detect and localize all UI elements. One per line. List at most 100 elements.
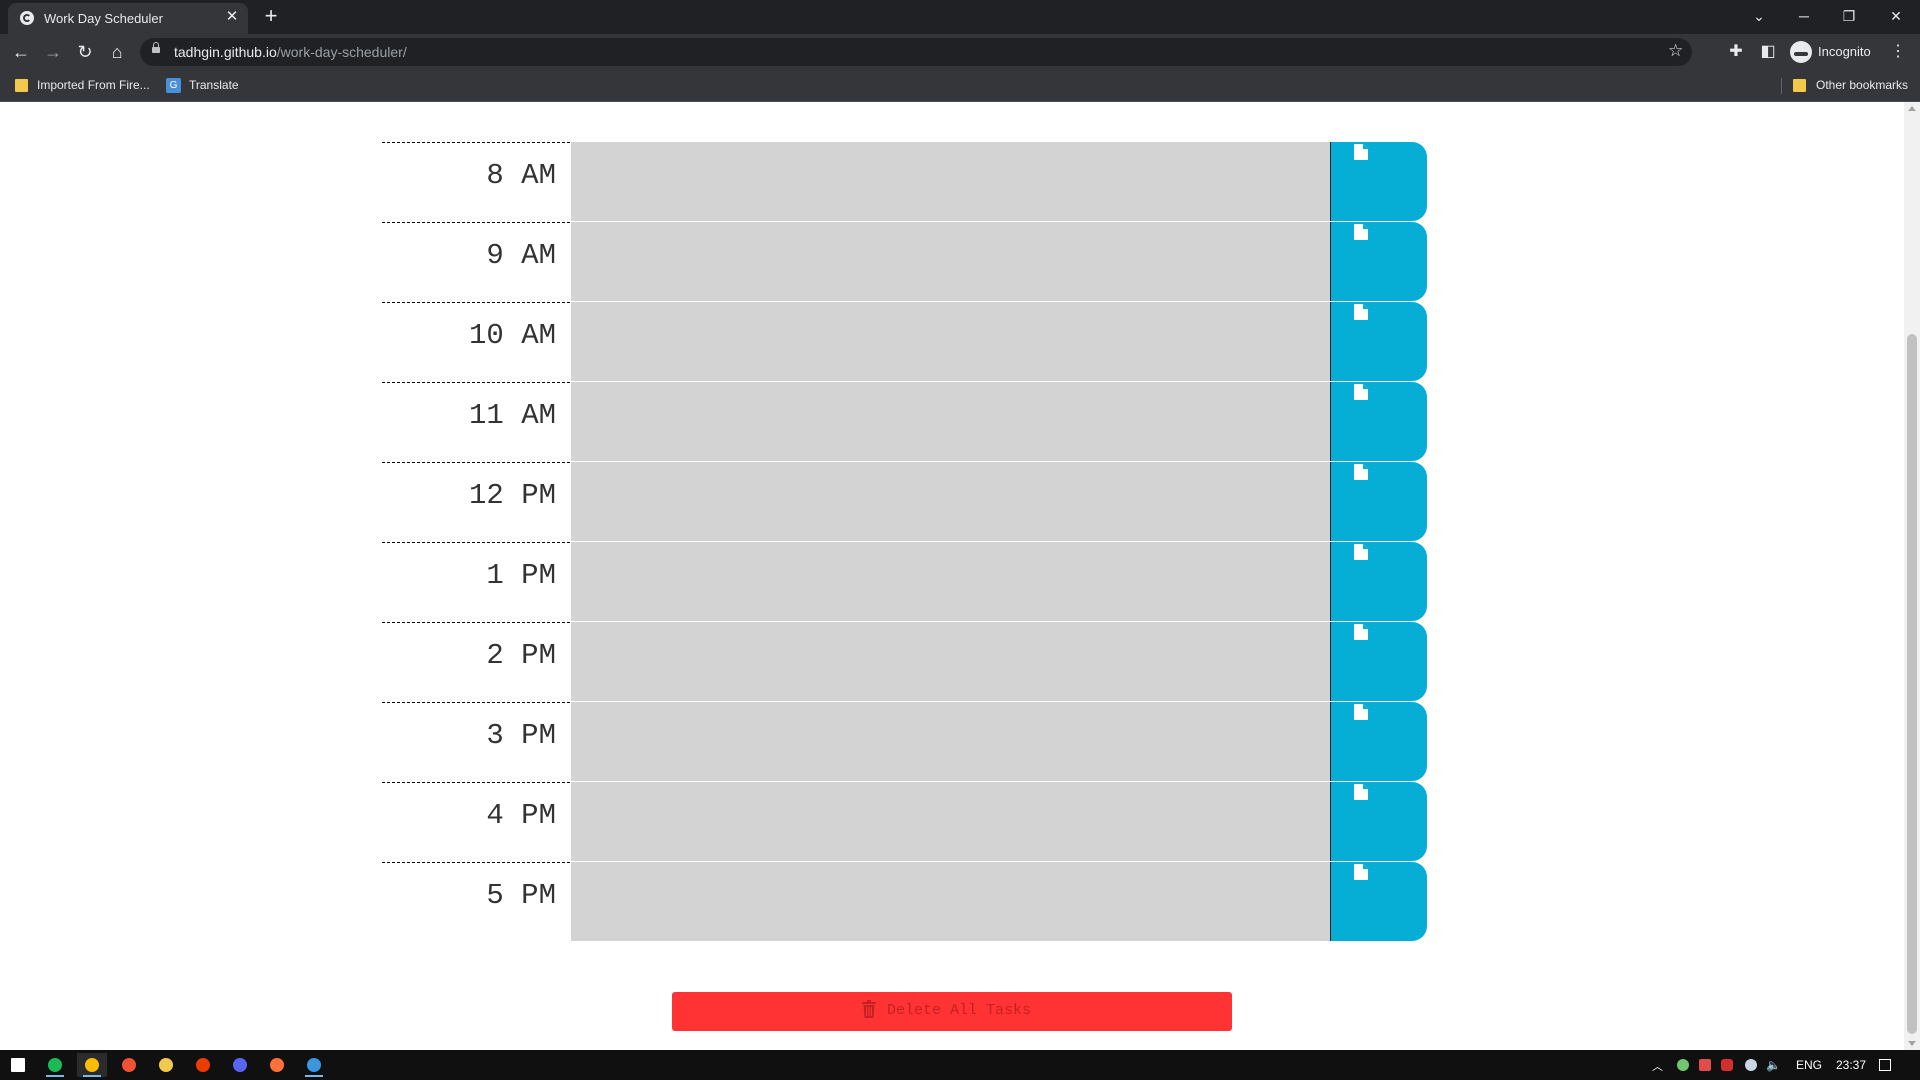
save-task-button[interactable] <box>1330 142 1427 221</box>
file-icon <box>1354 864 1368 880</box>
lock-icon[interactable] <box>152 42 160 54</box>
save-task-button[interactable] <box>1330 542 1427 621</box>
chrome-icon-glyph <box>85 1058 99 1072</box>
save-task-button[interactable] <box>1330 862 1427 941</box>
bookmark-translate[interactable]: Translate <box>189 78 239 92</box>
time-block-row: 3 PM <box>382 702 1427 782</box>
hour-label: 12 PM <box>382 462 570 542</box>
save-task-button[interactable] <box>1330 222 1427 301</box>
save-task-button[interactable] <box>1330 382 1427 461</box>
reload-icon[interactable]: ↻ <box>73 40 97 64</box>
folder-icon[interactable] <box>15 79 28 92</box>
tab-title: Work Day Scheduler <box>44 11 163 26</box>
file-icon <box>1354 544 1368 560</box>
spotify-icon[interactable] <box>40 1053 70 1077</box>
office-icon-glyph <box>196 1058 210 1072</box>
file-icon <box>1354 384 1368 400</box>
address-bar[interactable]: tadhgin.github.io/work-day-scheduler/ ☆ <box>140 38 1692 66</box>
security-tray-icon[interactable] <box>1677 1059 1689 1071</box>
task-description-input[interactable] <box>571 862 1330 942</box>
windows-taskbar: ︿ 🔈 ENG 23:37 <box>0 1050 1920 1080</box>
task-description-input[interactable] <box>571 702 1330 782</box>
task-description-input[interactable] <box>571 142 1330 222</box>
other-bookmarks-folder-icon[interactable] <box>1793 79 1806 92</box>
close-window-icon[interactable]: ✕ <box>1882 4 1910 28</box>
side-panel-icon[interactable]: ◧ <box>1756 40 1780 64</box>
trash-icon <box>862 1000 876 1018</box>
save-task-button[interactable] <box>1330 702 1427 781</box>
task-description-input[interactable] <box>571 542 1330 622</box>
incognito-icon[interactable] <box>1790 41 1812 63</box>
bookmark-star-icon[interactable]: ☆ <box>1668 41 1683 61</box>
chrome-icon[interactable] <box>77 1053 107 1077</box>
file-explorer-icon[interactable] <box>151 1053 181 1077</box>
task-description-input[interactable] <box>571 382 1330 462</box>
time-block-row: 12 PM <box>382 462 1427 542</box>
hour-label: 3 PM <box>382 702 570 782</box>
git-icon-glyph <box>122 1058 136 1072</box>
delete-all-tasks-button[interactable]: Delete All Tasks <box>672 992 1232 1031</box>
extensions-icon[interactable]: ✚ <box>1724 40 1748 64</box>
volume-icon[interactable]: 🔈 <box>1766 1058 1781 1072</box>
task-description-input[interactable] <box>571 622 1330 702</box>
time-block-row: 11 AM <box>382 382 1427 462</box>
translate-icon[interactable]: G <box>166 78 181 93</box>
save-task-button[interactable] <box>1330 462 1427 541</box>
time-block-row: 2 PM <box>382 622 1427 702</box>
git-icon[interactable] <box>114 1053 144 1077</box>
new-tab-button[interactable]: + <box>260 5 282 27</box>
firefox-icon[interactable] <box>262 1053 292 1077</box>
firefox-icon-glyph <box>270 1058 284 1072</box>
discord-icon[interactable] <box>225 1053 255 1077</box>
close-tab-icon[interactable]: ✕ <box>224 9 240 25</box>
save-task-button[interactable] <box>1330 622 1427 701</box>
file-icon <box>1354 224 1368 240</box>
task-description-input[interactable] <box>571 782 1330 862</box>
file-explorer-icon-glyph <box>159 1058 173 1072</box>
scrollbar-thumb[interactable] <box>1907 334 1917 1034</box>
running-indicator <box>305 1075 323 1077</box>
steam-tray-icon[interactable] <box>1745 1059 1757 1071</box>
windows-start-icon[interactable] <box>3 1053 33 1077</box>
browser-tab[interactable]: Work Day Scheduler ✕ <box>8 3 248 34</box>
home-icon[interactable]: ⌂ <box>105 40 129 64</box>
office-icon[interactable] <box>188 1053 218 1077</box>
running-indicator <box>46 1075 64 1077</box>
running-indicator <box>83 1075 101 1077</box>
scroll-up-icon[interactable] <box>1908 106 1916 111</box>
url-text[interactable]: tadhgin.github.io/work-day-scheduler/ <box>174 44 407 60</box>
restore-icon[interactable]: ❐ <box>1835 4 1863 28</box>
vscode-icon[interactable] <box>299 1053 329 1077</box>
minimize-icon[interactable]: ─ <box>1790 4 1818 28</box>
discord-icon-glyph <box>233 1058 247 1072</box>
hour-label: 2 PM <box>382 622 570 702</box>
back-icon[interactable]: ← <box>9 40 33 64</box>
task-description-input[interactable] <box>571 462 1330 542</box>
task-description-input[interactable] <box>571 302 1330 382</box>
notifications-icon[interactable] <box>1879 1059 1891 1071</box>
page-scrollbar[interactable] <box>1904 102 1920 1050</box>
delete-all-tasks-label: Delete All Tasks <box>887 1002 1032 1019</box>
time-block-row: 9 AM <box>382 222 1427 302</box>
incognito-label[interactable]: Incognito <box>1818 44 1871 59</box>
tab-search-icon[interactable]: ⌄ <box>1745 4 1773 28</box>
task-description-input[interactable] <box>571 222 1330 302</box>
other-bookmarks[interactable]: Other bookmarks <box>1816 78 1908 92</box>
scroll-down-icon[interactable] <box>1908 1041 1916 1046</box>
clock[interactable]: 23:37 <box>1836 1058 1866 1072</box>
save-task-button[interactable] <box>1330 782 1427 861</box>
time-block-row: 10 AM <box>382 302 1427 382</box>
language-indicator[interactable]: ENG <box>1796 1058 1822 1072</box>
rog-tray-icon[interactable] <box>1721 1059 1733 1071</box>
app-tray-icon[interactable] <box>1699 1059 1711 1071</box>
bookmark-imported[interactable]: Imported From Fire... <box>37 78 150 92</box>
vscode-icon-glyph <box>307 1058 321 1072</box>
browser-toolbar: ← → ↻ ⌂ tadhgin.github.io/work-day-sched… <box>0 34 1920 70</box>
page-viewport: 8 AM 9 AM 10 AM 11 AM 12 PM 1 PM 2 PM 3 PM 4 PM 5… <box>0 102 1904 1050</box>
file-icon <box>1354 304 1368 320</box>
tray-overflow-icon[interactable]: ︿ <box>1652 1058 1663 1074</box>
save-task-button[interactable] <box>1330 302 1427 381</box>
forward-icon[interactable]: → <box>41 40 65 64</box>
spotify-icon-glyph <box>48 1058 62 1072</box>
menu-icon[interactable]: ⋮ <box>1886 40 1910 64</box>
